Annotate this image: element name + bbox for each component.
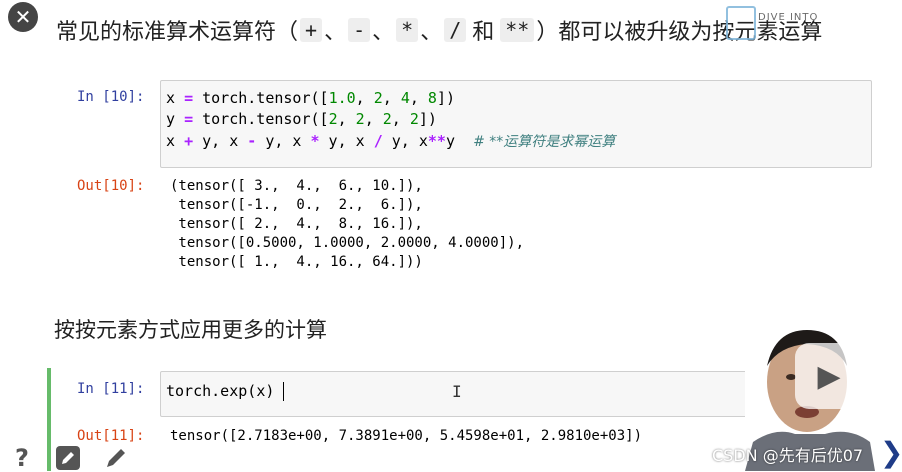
pen-icon xyxy=(107,448,125,467)
text-cursor xyxy=(283,382,284,401)
output-line: tensor([0.5000, 1.0000, 2.0000, 4.0000])… xyxy=(170,235,525,251)
question-icon: ? xyxy=(15,443,29,472)
sep: 、 xyxy=(420,20,443,45)
heading-elementwise-operators: 常见的标准算术运算符（ + 、 - 、 * 、 / 和 ** ）都可以被升级为按… xyxy=(56,14,822,46)
d2l-logo: DIVE INTO xyxy=(726,6,876,40)
logo-text: DIVE INTO xyxy=(758,12,819,23)
close-icon: ✕ xyxy=(14,5,32,29)
out-prompt-11: Out[11]: xyxy=(77,428,145,444)
next-slide-button[interactable]: ❯ xyxy=(880,438,902,468)
heading-more-computations: 按按元素方式应用更多的计算 xyxy=(54,318,327,342)
code-line-2: y = torch.tensor([2, 2, 2, 2]) xyxy=(166,110,437,128)
annotate-button[interactable] xyxy=(102,444,130,471)
op-times: * xyxy=(396,18,419,42)
output-line-exp: tensor([2.7183e+00, 7.3891e+00, 5.4598e+… xyxy=(170,428,643,444)
edit-button[interactable] xyxy=(54,444,82,471)
code-comment: # **运算符是求幂运算 xyxy=(473,134,616,150)
in-prompt-10: In [10]: xyxy=(77,89,145,105)
heading-prefix: 常见的标准算术运算符（ xyxy=(56,20,299,45)
sep: 、 xyxy=(324,20,347,45)
csdn-watermark: CSDN @先有后优07 xyxy=(712,446,864,465)
code-line-exp: torch.exp(x) xyxy=(166,382,275,400)
ibeam-cursor-icon: I xyxy=(452,382,462,401)
in-prompt-11: In [11]: xyxy=(77,381,145,397)
op-power: ** xyxy=(500,18,535,42)
op-plus: + xyxy=(300,18,323,42)
code-line-1: x = torch.tensor([1.0, 2, 4, 8]) xyxy=(166,89,455,107)
output-line: tensor([ 2., 4., 8., 16.]), xyxy=(170,216,423,232)
chevron-right-icon: ❯ xyxy=(880,436,902,469)
and-word: 和 xyxy=(472,20,495,45)
output-line: tensor([ 1., 4., 16., 64.])) xyxy=(170,254,423,270)
sep: 、 xyxy=(372,20,395,45)
help-button[interactable]: ? xyxy=(8,443,36,472)
close-button[interactable]: ✕ xyxy=(8,2,38,32)
out-prompt-10: Out[10]: xyxy=(77,178,145,194)
book-icon xyxy=(726,6,756,40)
pencil-icon xyxy=(56,445,80,470)
play-icon: ▶ xyxy=(817,358,841,394)
active-cell-indicator xyxy=(47,368,51,471)
play-button[interactable]: ▶ xyxy=(795,343,863,409)
output-line: (tensor([ 3., 4., 6., 10.]), xyxy=(170,178,423,194)
op-minus: - xyxy=(348,18,371,42)
code-line-3: x + y, x - y, x * y, x / y, x**y # **运算符… xyxy=(166,132,616,150)
output-line: tensor([-1., 0., 2., 6.]), xyxy=(170,197,423,213)
op-divide: / xyxy=(444,18,467,42)
